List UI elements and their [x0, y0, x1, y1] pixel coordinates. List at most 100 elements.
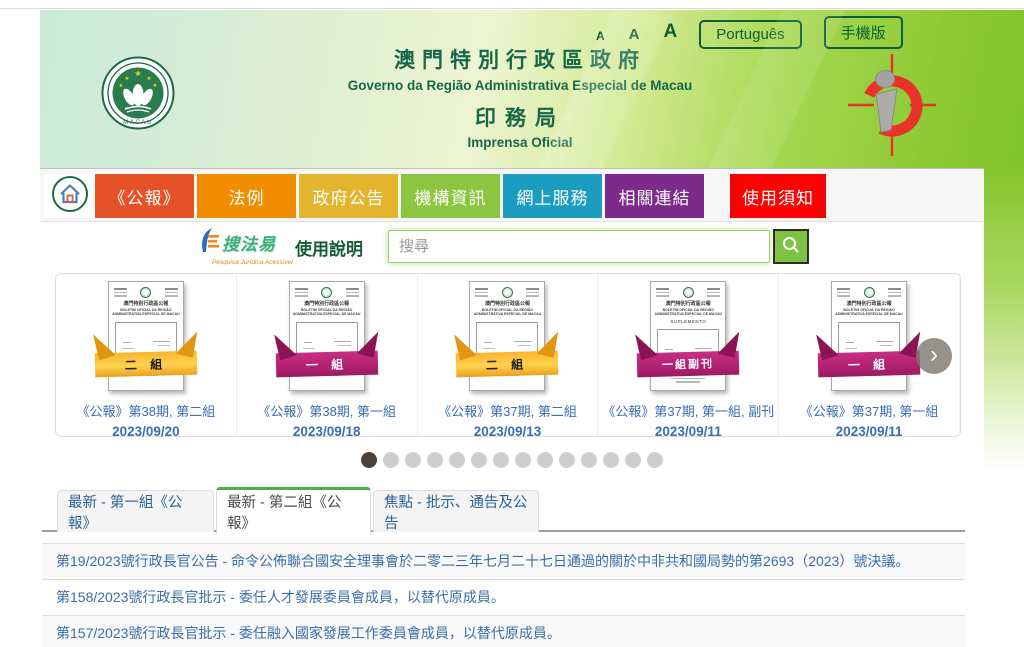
cover-emblem-icon [864, 287, 875, 298]
tab-first-series-gazette[interactable]: 最新 - 第一組《公報》 [57, 490, 214, 532]
background-green-column [984, 168, 1024, 470]
cover-emblem-icon [140, 287, 151, 298]
gazette-card[interactable]: 澳門特別行政區公報 BOLETIM OFICIAL DA REGIÃO ADMI… [237, 274, 418, 436]
cover-suplemento-label: SUPLEMENTO [651, 319, 725, 324]
nav-item-gazette[interactable]: 《公報》 [95, 174, 194, 218]
font-size-medium-button[interactable]: A [629, 26, 640, 43]
search-row: 搜法易 Pesquisa Jurídica Acessível 使用說明 [40, 222, 984, 272]
nav-item-related-links[interactable]: 相關連結 [605, 174, 704, 218]
cover-title-zh: 澳門特別行政區公報 [832, 301, 906, 308]
nav-item-gov-notices[interactable]: 政府公告 [299, 174, 398, 218]
legal-search-logo-icon [198, 227, 220, 258]
cover-title-pt2: ADMINISTRATIVA ESPECIAL DE MACAU [651, 312, 725, 317]
carousel-dot[interactable] [383, 452, 399, 468]
carousel-dot[interactable] [559, 452, 575, 468]
cover-title-pt2: ADMINISTRATIVA ESPECIAL DE MACAU [109, 312, 183, 317]
svg-text:★: ★ [147, 76, 152, 82]
series-ribbon: 一 組 [275, 351, 378, 378]
cover-title-zh: 澳門特別行政區公報 [109, 301, 183, 308]
font-size-small-button[interactable]: A [596, 29, 605, 43]
series-ribbon: 一 組 [818, 351, 921, 378]
gazette-title[interactable]: 《公報》第38期, 第一組 [237, 401, 417, 420]
tab-second-series-gazette[interactable]: 最新 - 第二組《公報》 [216, 487, 371, 534]
cover-title-pt2: ADMINISTRATIVA ESPECIAL DE MACAU [290, 312, 364, 317]
carousel-dot[interactable] [581, 452, 597, 468]
legal-search-logo-title: 搜法易 [222, 230, 276, 255]
carousel-dot[interactable] [647, 452, 663, 468]
header-topbar: A A A Português 手機版 [596, 16, 903, 49]
home-icon [51, 175, 89, 218]
cover-title-pt2: ADMINISTRATIVA ESPECIAL DE MACAU [470, 312, 544, 317]
gazette-card[interactable]: 澳門特別行政區公報 BOLETIM OFICIAL DA REGIÃO ADMI… [598, 274, 779, 436]
announcement-link[interactable]: 第158/2023號行政長官批示 - 委任人才發展委員會成員，以替代原成員。 [56, 589, 505, 606]
announcement-row[interactable]: 第19/2023號行政長官公告 - 命令公佈聯合國安全理事會於二零二三年七月二十… [42, 543, 965, 579]
carousel-dots [40, 452, 984, 473]
carousel-dot[interactable] [493, 452, 509, 468]
top-strip [0, 0, 1024, 9]
svg-text:★: ★ [119, 83, 124, 89]
series-ribbon: 一組副刊 [637, 351, 740, 378]
gov-title-pt: Governo da Região Administrativa Especia… [280, 78, 760, 93]
carousel-dot[interactable] [471, 452, 487, 468]
cover-emblem-icon [502, 287, 513, 298]
gazette-title[interactable]: 《公報》第37期, 第二組 [418, 401, 598, 420]
tab-highlights-notices[interactable]: 焦點 - 批示、通告及公告 [373, 490, 539, 532]
svg-text:★: ★ [153, 83, 158, 89]
main-navigation: 《公報》 法例 政府公告 機構資訊 網上服務 相關連結 使用須知 [40, 168, 984, 222]
nav-item-terms-of-use[interactable]: 使用須知 [730, 174, 826, 218]
news-tabs: 最新 - 第一組《公報》 最新 - 第二組《公報》 焦點 - 批示、通告及公告 [42, 487, 965, 532]
carousel-dot[interactable] [603, 452, 619, 468]
usage-instructions-link[interactable]: 使用說明 [295, 235, 363, 260]
imprensa-oficial-logo [840, 50, 944, 160]
carousel-dot[interactable] [515, 452, 531, 468]
cover-title-pt2: ADMINISTRATIVA ESPECIAL DE MACAU [832, 312, 906, 317]
gazette-title[interactable]: 《公報》第37期, 第一組, 副刊 [598, 401, 778, 420]
gazette-carousel: 澳門特別行政區公報 BOLETIM OFICIAL DA REGIÃO ADMI… [55, 273, 961, 437]
gazette-card[interactable]: 澳門特別行政區公報 BOLETIM OFICIAL DA REGIÃO ADMI… [418, 274, 599, 436]
carousel-dot[interactable] [427, 452, 443, 468]
emblem-macau-text: MACAU [123, 119, 153, 126]
gazette-date: 2023/09/20 [56, 424, 236, 439]
macau-emblem-logo: ★ ★ ★ ★ ★ MACAU [101, 56, 175, 130]
page: ★ ★ ★ ★ ★ MACAU 澳門特別行政區政府 Governo da Reg… [0, 0, 1024, 647]
font-size-large-button[interactable]: A [664, 21, 678, 43]
search-button[interactable] [773, 229, 809, 264]
nav-item-online-services[interactable]: 網上服務 [503, 174, 602, 218]
svg-text:★: ★ [125, 76, 130, 82]
cover-title-zh: 澳門特別行政區公報 [290, 301, 364, 308]
gazette-date: 2023/09/18 [237, 424, 417, 439]
cover-title-zh: 澳門特別行政區公報 [470, 301, 544, 308]
search-input[interactable] [388, 230, 770, 263]
search-icon [781, 235, 801, 258]
home-button[interactable] [44, 174, 96, 218]
nav-item-org-info[interactable]: 機構資訊 [401, 174, 500, 218]
series-ribbon: 二 組 [456, 351, 559, 378]
gazette-date: 2023/09/11 [779, 424, 959, 439]
announcement-row[interactable]: 第157/2023號行政長官批示 - 委任融入國家發展工作委員會成員，以替代原成… [42, 615, 965, 647]
gazette-title[interactable]: 《公報》第37期, 第一組 [779, 401, 959, 420]
header-banner: ★ ★ ★ ★ ★ MACAU 澳門特別行政區政府 Governo da Reg… [40, 10, 1024, 168]
carousel-dot[interactable] [625, 452, 641, 468]
government-titles: 澳門特別行政區政府 Governo da Região Administrati… [280, 44, 760, 150]
portuguese-language-button[interactable]: Português [699, 20, 801, 49]
legal-search-logo-subtitle: Pesquisa Jurídica Acessível [212, 259, 318, 266]
announcement-link[interactable]: 第157/2023號行政長官批示 - 委任融入國家發展工作委員會成員，以替代原成… [56, 625, 561, 642]
gazette-title[interactable]: 《公報》第38期, 第二組 [56, 401, 236, 420]
carousel-dot[interactable] [361, 452, 377, 468]
announcement-row[interactable]: 第158/2023號行政長官批示 - 委任人才發展委員會成員，以替代原成員。 [42, 579, 965, 615]
carousel-dot[interactable] [537, 452, 553, 468]
carousel-dot[interactable] [405, 452, 421, 468]
gazette-date: 2023/09/11 [598, 424, 778, 439]
carousel-dot[interactable] [449, 452, 465, 468]
series-ribbon: 二 組 [95, 351, 198, 378]
nav-items: 《公報》 法例 政府公告 機構資訊 網上服務 相關連結 使用須知 [95, 174, 826, 218]
cover-emblem-icon [683, 287, 694, 298]
announcement-link[interactable]: 第19/2023號行政長官公告 - 命令公佈聯合國安全理事會於二零二三年七月二十… [56, 553, 909, 570]
carousel-next-button[interactable]: › [916, 338, 952, 374]
mobile-version-button[interactable]: 手機版 [824, 16, 903, 49]
svg-text:★: ★ [134, 69, 141, 78]
gazette-card[interactable]: 澳門特別行政區公報 BOLETIM OFICIAL DA REGIÃO ADMI… [56, 274, 237, 436]
nav-item-legislation[interactable]: 法例 [197, 174, 296, 218]
cover-title-zh: 澳門特別行政區公報 [651, 301, 725, 308]
bureau-title-pt: Imprensa Oficial [280, 135, 760, 150]
